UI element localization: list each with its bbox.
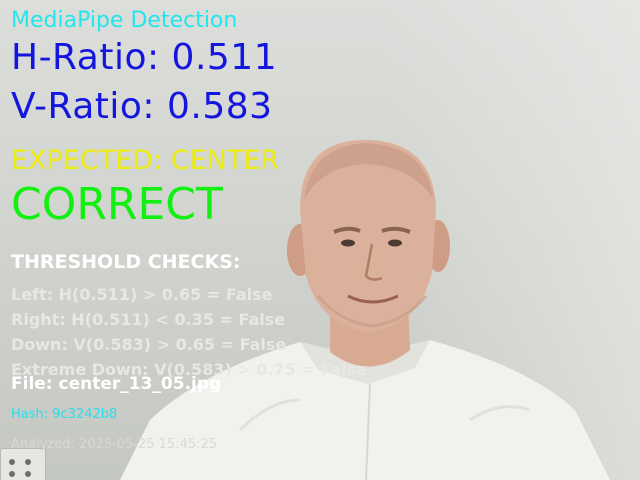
v-ratio-readout: V-Ratio: 0.583 (11, 86, 273, 127)
h-ratio-readout: H-Ratio: 0.511 (11, 37, 278, 78)
result-label: CORRECT (11, 179, 223, 230)
detection-title: MediaPipe Detection (11, 8, 238, 33)
threshold-check-down: Down: V(0.583) > 0.65 = False (11, 335, 287, 354)
analyzed-timestamp: Analyzed: 2025-05-25 15:45:25 (11, 437, 218, 452)
threshold-check-right: Right: H(0.511) < 0.35 = False (11, 310, 286, 329)
threshold-check-left: Left: H(0.511) > 0.65 = False (11, 285, 273, 304)
camera-frame: MediaPipe Detection H-Ratio: 0.511 V-Rat… (0, 0, 640, 480)
expected-direction: EXPECTED: CENTER (11, 145, 280, 176)
threshold-checks-heading: THRESHOLD CHECKS: (11, 251, 241, 273)
image-hash: Hash: 9c3242b8 (11, 407, 118, 422)
file-name: File: center_13_05.jpg (11, 374, 222, 394)
